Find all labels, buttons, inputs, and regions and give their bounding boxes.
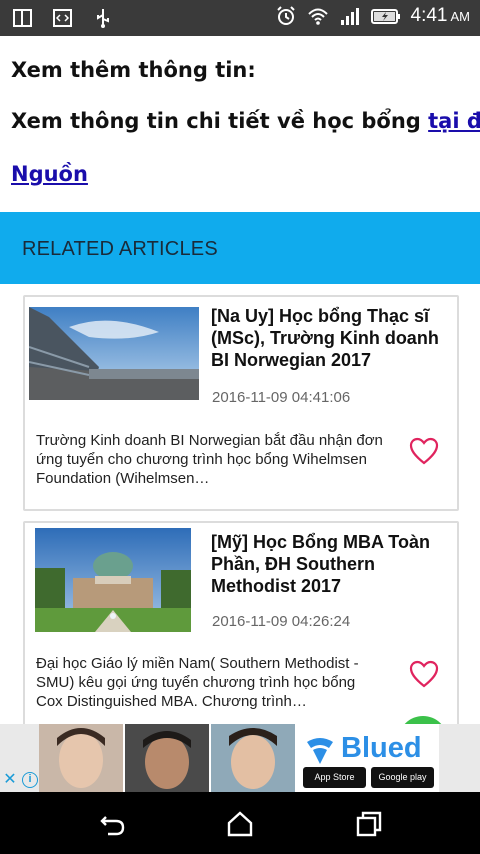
clock-ampm: AM [450, 9, 471, 24]
clock-time: 4:41 [410, 5, 448, 26]
related-articles-title: RELATED ARTICLES [22, 238, 218, 260]
ad-photo-person [39, 724, 123, 792]
ad-info-icon[interactable]: i [22, 772, 38, 788]
recent-apps-icon[interactable] [354, 809, 384, 839]
article-description: Đại học Giáo lý miền Nam( Southern Metho… [36, 655, 359, 710]
ad-photo-person [125, 724, 209, 792]
signal-icon [340, 8, 359, 25]
google-play-badge[interactable]: Google play [371, 767, 434, 788]
home-icon[interactable] [225, 809, 255, 839]
blued-logo-icon [307, 738, 333, 764]
alarm-icon [276, 6, 295, 25]
heart-icon[interactable] [409, 660, 439, 688]
blued-wordmark: Blued [341, 732, 422, 764]
wifi-icon [307, 8, 328, 25]
ad-banner[interactable]: Blued App Store Google play ✕ i [0, 724, 480, 792]
clock: 4:41 AM [411, 5, 470, 27]
ad-close-icon[interactable]: ✕ [2, 772, 18, 788]
blued-brand[interactable]: Blued App Store Google play [301, 728, 439, 788]
status-right-icons: 4:41 AM [275, 5, 470, 27]
usb-icon [97, 9, 109, 28]
status-left-icons [12, 7, 114, 29]
more-info-text: Xem thông tin chi tiết về học bổng [11, 109, 429, 133]
heart-icon[interactable] [409, 437, 439, 465]
more-info-line: Xem thông tin chi tiết về học bổng tại đ… [11, 109, 480, 133]
article-title[interactable]: [Mỹ] Học Bổng MBA Toàn Phần, ĐH Southern… [211, 531, 451, 597]
article-title[interactable]: [Na Uy] Học bổng Thạc sĩ (MSc), Trường K… [211, 305, 451, 371]
battery-charging-icon [370, 9, 400, 24]
ad-content[interactable]: Blued App Store Google play [39, 724, 439, 792]
related-article-card[interactable]: [Na Uy] Học bổng Thạc sĩ (MSc), Trường K… [23, 295, 459, 511]
more-info-heading: Xem thêm thông tin: [11, 58, 256, 82]
app-store-badge[interactable]: App Store [303, 767, 366, 788]
code-icon [53, 9, 72, 27]
back-icon[interactable] [98, 809, 128, 839]
article-date: 2016-11-09 04:26:24 [212, 613, 351, 630]
related-articles-header: RELATED ARTICLES [0, 212, 480, 284]
article-date: 2016-11-09 04:41:06 [212, 389, 351, 406]
window-icon [13, 9, 32, 27]
ad-photo-person [211, 724, 295, 792]
related-article-card[interactable]: [Mỹ] Học Bổng MBA Toàn Phần, ĐH Southern… [23, 521, 459, 724]
article-description: Trường Kinh doanh BI Norwegian bắt đầu n… [36, 432, 383, 487]
details-link[interactable]: tại đây [428, 109, 480, 133]
content-area: Xem thêm thông tin: Xem thông tin chi ti… [0, 36, 480, 724]
article-thumbnail[interactable] [35, 528, 191, 632]
article-thumbnail[interactable] [29, 307, 199, 400]
system-nav-bar [0, 792, 480, 854]
source-link[interactable]: Nguồn [11, 162, 88, 186]
status-bar: 4:41 AM [0, 0, 480, 36]
